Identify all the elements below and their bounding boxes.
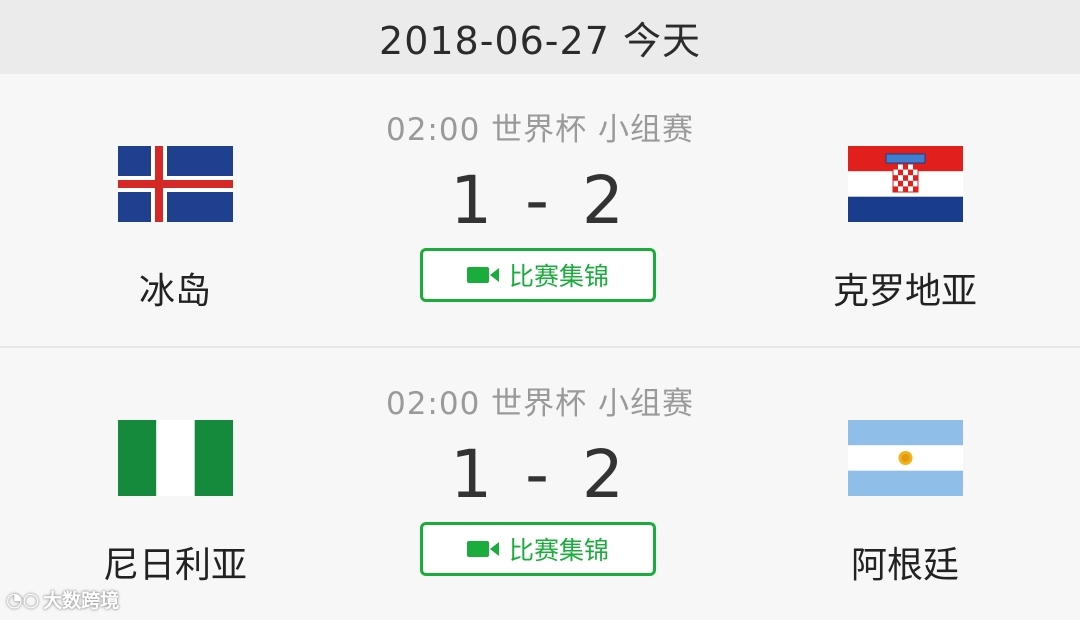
away-team[interactable]: 克罗地亚 [785, 74, 1025, 344]
watermark-logo-icon: ◔○ [6, 588, 40, 611]
croatia-flag-icon [848, 146, 963, 222]
video-camera-icon [466, 541, 499, 557]
away-team-name: 克罗地亚 [832, 271, 977, 312]
date-header: 2018-06-27 今天 [0, 0, 1080, 74]
highlights-label: 比赛集锦 [508, 262, 609, 291]
video-camera-icon [466, 267, 499, 283]
home-team-name: 尼日利亚 [102, 545, 247, 586]
match-card[interactable]: 02:00 世界杯 小组赛 尼日利亚 1 - 2 比赛集锦 阿根廷 [0, 348, 1080, 618]
watermark-text: 大数跨境 [43, 590, 120, 612]
away-team[interactable]: 阿根廷 [785, 348, 1025, 618]
home-team-name: 冰岛 [138, 271, 211, 312]
away-team-name: 阿根廷 [850, 545, 959, 586]
watermark: ◔○ 大数跨境 [6, 586, 119, 613]
highlights-button[interactable]: 比赛集锦 [420, 522, 656, 576]
highlights-label: 比赛集锦 [508, 536, 609, 565]
match-card[interactable]: 02:00 世界杯 小组赛 冰岛 1 - 2 比赛集锦 克罗地亚 [0, 74, 1080, 344]
argentina-flag-icon [848, 420, 963, 496]
highlights-button[interactable]: 比赛集锦 [420, 248, 656, 302]
